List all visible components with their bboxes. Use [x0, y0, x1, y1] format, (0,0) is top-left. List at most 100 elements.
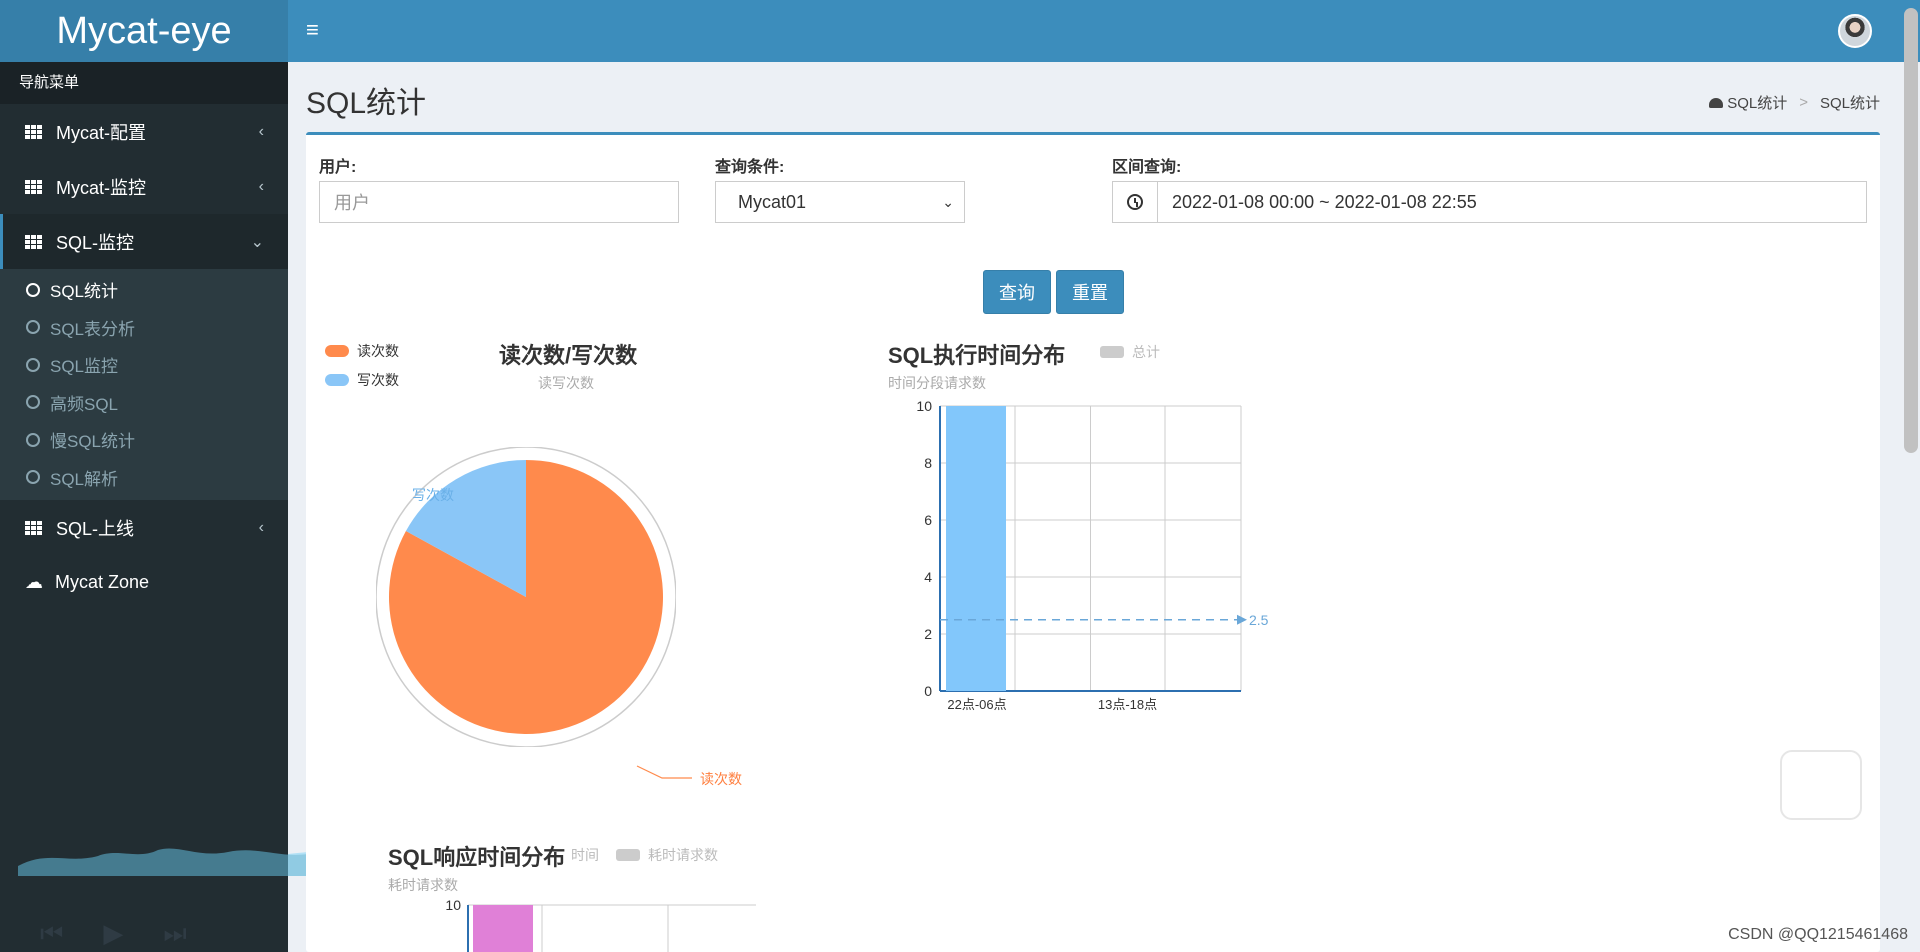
response-chart-title: SQL响应时间分布: [388, 845, 566, 870]
sidebar-item-sql-monitor[interactable]: SQL-监控 ⌄: [0, 214, 288, 269]
grid-icon: [25, 179, 43, 194]
legend-label: 时间: [571, 847, 599, 863]
submenu-label: SQL解析: [50, 469, 119, 489]
x-tick-label: 22点-06点: [947, 697, 1006, 712]
clock-icon: [1127, 194, 1143, 210]
sidebar: 导航菜单 Mycat-配置 ‹ Mycat-监控 ‹ SQL-监控 ⌄ SQL统…: [0, 62, 288, 952]
circle-icon: [26, 470, 40, 485]
sidebar-item-mycat-monitor[interactable]: Mycat-监控 ‹: [0, 159, 288, 214]
submenu-label: 慢SQL统计: [50, 432, 136, 452]
bar-0: [473, 905, 533, 952]
pie-leader-write: [456, 493, 489, 511]
circle-icon: [26, 282, 40, 297]
grid-icon: [25, 520, 43, 535]
breadcrumb: SQL统计 > SQL统计: [1709, 92, 1880, 113]
pie-leader-read: [636, 765, 692, 779]
menu-toggle-icon[interactable]: ≡: [306, 19, 326, 41]
clock-addon: [1112, 181, 1158, 223]
sidebar-submenu: SQL统计 SQL表分析 SQL监控 高频SQL 慢SQL统计 SQL解析: [0, 269, 288, 500]
circle-icon: [26, 320, 40, 335]
bar-chart-subtitle: 时间分段请求数: [888, 375, 986, 391]
submenu-item-sql-stats[interactable]: SQL统计: [0, 271, 288, 309]
user-input[interactable]: 用户: [319, 181, 679, 223]
breadcrumb-home[interactable]: SQL统计: [1709, 92, 1787, 113]
sidebar-item-label: SQL-上线: [56, 518, 135, 539]
cloud-icon: ☁: [25, 572, 43, 592]
breadcrumb-separator: >: [1799, 94, 1808, 111]
y-tick-label: 8: [924, 455, 932, 471]
legend-label: 读次数: [357, 343, 399, 359]
video-play-overlay-icon[interactable]: [1780, 750, 1862, 820]
submenu-label: 高频SQL: [50, 394, 119, 414]
grid-icon: [25, 124, 43, 139]
breadcrumb-current: SQL统计: [1819, 95, 1880, 112]
grid-icon: [25, 234, 43, 249]
y-tick-label: 10: [916, 400, 932, 414]
chevron-left-icon: ‹: [258, 177, 264, 195]
page-title: SQL统计: [306, 87, 427, 120]
top-navbar: ≡: [288, 0, 1920, 62]
main-box: 用户: 用户 查询条件: Mycat01 ⌄ 区间查询: 2022-01-08 …: [306, 132, 1880, 952]
pie-chart-subtitle: 读写次数: [538, 375, 594, 391]
sidebar-item-sql-online[interactable]: SQL-上线 ‹: [0, 500, 288, 555]
y-tick-label: 4: [924, 569, 932, 585]
app-logo[interactable]: Mycat-eye: [0, 0, 288, 62]
range-query-label: 区间查询:: [1112, 159, 1182, 176]
chevron-down-icon: ⌄: [942, 193, 954, 210]
legend-total[interactable]: 总计: [1100, 342, 1160, 362]
select-value: Mycat01: [738, 191, 807, 212]
player-controls-overlay: ⏮▶⏭: [40, 918, 227, 948]
circle-icon: [26, 395, 40, 410]
sidebar-item-label: Mycat-配置: [56, 122, 146, 143]
legend-swatch: [325, 345, 349, 357]
legend-label: 写次数: [357, 372, 399, 388]
breadcrumb-home-label: SQL统计: [1727, 95, 1788, 112]
sidebar-item-label: SQL-监控: [56, 232, 135, 253]
legend-write[interactable]: 写次数: [325, 370, 399, 390]
y-tick-label: 0: [924, 683, 932, 699]
reset-button[interactable]: 重置: [1056, 270, 1124, 314]
bar-chart: 0 2 4 6 8 10 22点-06点 13点-18点 2.5: [916, 400, 1268, 712]
submenu-item-frequent-sql[interactable]: 高频SQL: [0, 384, 288, 422]
bar-0: [946, 406, 1006, 691]
date-range-input[interactable]: 2022-01-08 00:00 ~ 2022-01-08 22:55: [1157, 181, 1867, 223]
dashboard-icon: [1709, 98, 1724, 108]
user-avatar[interactable]: [1838, 14, 1872, 48]
submenu-label: SQL表分析: [50, 319, 136, 339]
chevron-left-icon: ‹: [258, 518, 264, 536]
sidebar-item-mycat-zone[interactable]: ☁ Mycat Zone: [0, 555, 288, 610]
pie-chart-title: 读次数/写次数: [499, 343, 638, 368]
chevron-down-icon: ⌄: [250, 233, 264, 251]
legend-swatch: [616, 849, 640, 861]
page-scrollbar[interactable]: [1904, 8, 1918, 453]
legend-read[interactable]: 读次数: [325, 341, 399, 361]
bar-chart-title: SQL执行时间分布: [888, 343, 1066, 368]
submenu-item-slow-sql[interactable]: 慢SQL统计: [0, 421, 288, 459]
response-chart-subtitle: 耗时请求数: [388, 877, 458, 893]
sidebar-item-label: Mycat Zone: [55, 572, 150, 592]
legend-time[interactable]: 时间: [571, 845, 599, 865]
legend-label: 耗时请求数: [648, 847, 718, 863]
watermark: CSDN @QQ1215461468: [1728, 926, 1908, 943]
pie-label-lines: [456, 493, 692, 779]
query-condition-label: 查询条件:: [715, 159, 785, 176]
submenu-label: SQL统计: [50, 282, 119, 302]
legend-label: 总计: [1132, 344, 1160, 360]
submenu-item-sql-parse[interactable]: SQL解析: [0, 459, 288, 497]
y-tick-label: 2: [924, 626, 932, 642]
legend-swatch: [1100, 346, 1124, 358]
query-button[interactable]: 查询: [983, 270, 1051, 314]
circle-icon: [26, 432, 40, 447]
submenu-item-sql-table-analysis[interactable]: SQL表分析: [0, 309, 288, 347]
query-condition-select[interactable]: Mycat01 ⌄: [715, 181, 965, 223]
markline-arrow: [1237, 614, 1247, 625]
user-label: 用户:: [319, 159, 357, 176]
nav-header: 导航菜单: [0, 62, 288, 104]
sidebar-item-label: Mycat-监控: [56, 177, 146, 198]
legend-cost-requests[interactable]: 耗时请求数: [616, 845, 718, 865]
sidebar-item-mycat-config[interactable]: Mycat-配置 ‹: [0, 104, 288, 159]
circle-icon: [26, 357, 40, 372]
submenu-item-sql-monitor[interactable]: SQL监控: [0, 346, 288, 384]
submenu-label: SQL监控: [50, 357, 119, 377]
legend-swatch: [325, 374, 349, 386]
